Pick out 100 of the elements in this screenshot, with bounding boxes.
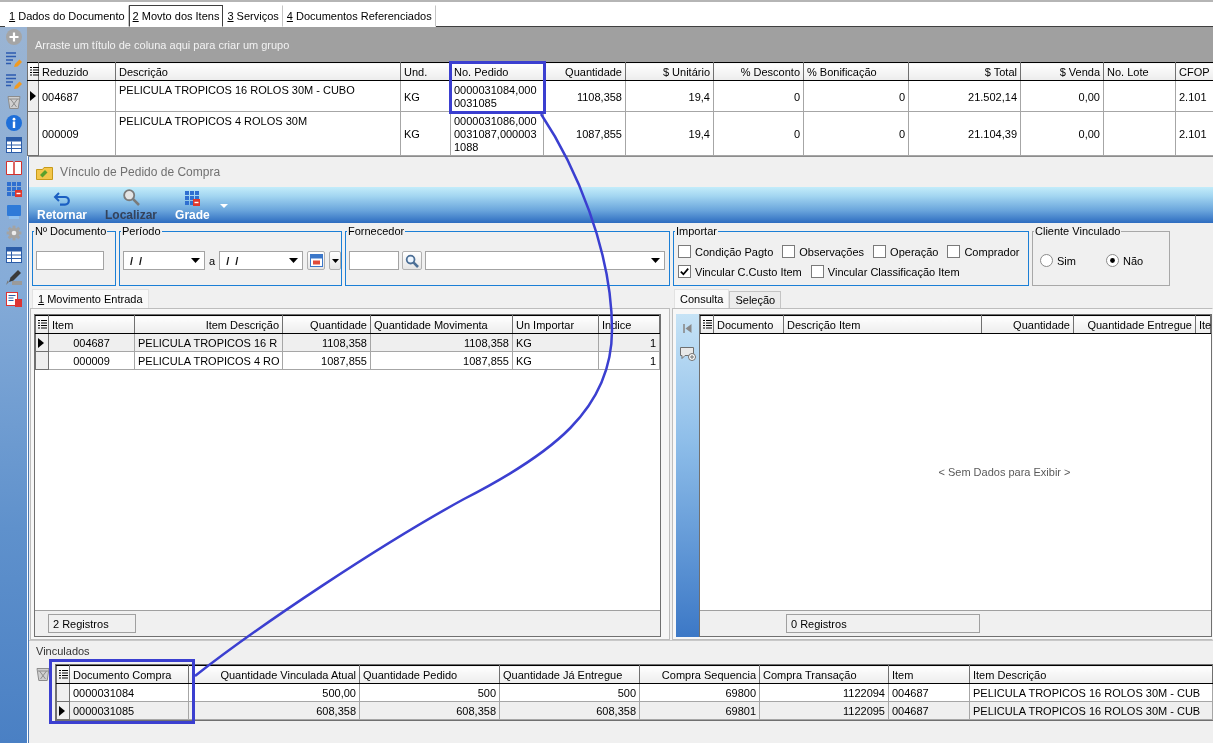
column-header[interactable]: Quantidade [282,315,371,334]
document-tab[interactable]: 4 Documentos Referenciados [282,5,436,27]
column-header[interactable]: Compra Sequencia [639,665,760,684]
table-cell: 0 [713,111,804,156]
column-header[interactable]: Quantidade Pedido [359,665,500,684]
table-cell: 0 [713,80,804,112]
edit-list-icon[interactable] [5,51,22,67]
column-header[interactable]: Und. [400,62,451,81]
date-field[interactable]: / / [219,251,304,270]
info-icon[interactable] [5,115,22,131]
panel-tab[interactable]: Consulta [674,289,730,308]
text-field[interactable] [36,251,104,270]
column-header[interactable]: CFOP [1175,62,1213,81]
row-indicator[interactable] [27,80,39,112]
column-header[interactable]: Quantidade [981,315,1074,334]
table-cell: PELICULA TROPICOS 4 ROLOS 30M [115,111,401,156]
checkbox-label[interactable]: Vincular C.Custo Item [695,265,802,278]
column-header[interactable]: Reduzido [38,62,116,81]
column-header[interactable]: % Desconto [713,62,804,81]
column-header[interactable]: Un Importar [512,315,599,334]
search-icon [405,253,419,268]
text-field[interactable] [349,251,399,270]
table-icon[interactable] [5,137,22,153]
checkbox[interactable] [782,245,796,258]
checkbox-label[interactable]: Observações [799,245,865,258]
checkbox-label[interactable]: Condição Pagto [695,245,774,258]
table-cell: 2.101 [1175,111,1213,156]
column-header[interactable]: Documento Compra [69,665,189,684]
column-header[interactable]: Item Descrição [134,315,283,334]
radio-button[interactable] [1040,254,1053,267]
report-icon[interactable] [5,291,22,307]
column-header[interactable]: Quantidade Movimenta [370,315,513,334]
table-icon[interactable] [5,247,22,263]
column-header[interactable]: No. Lote [1103,62,1176,81]
caret-icon [651,258,660,263]
folder-icon [36,164,53,180]
group-label: Importar [675,225,718,238]
chat-icon[interactable] [679,347,696,361]
skip-back-icon[interactable] [683,324,692,333]
radio-label[interactable]: Não [1122,254,1144,267]
document-tab[interactable]: 1 Dados do Documento [5,5,129,27]
trash-icon[interactable] [36,667,50,681]
grid-icon[interactable] [5,181,22,197]
checkbox[interactable] [810,265,824,278]
calendar-button[interactable] [307,251,326,270]
list-icon[interactable] [30,66,39,77]
table-cell: 21.502,14 [908,80,1021,112]
combo-field[interactable] [425,251,665,270]
radio-label[interactable]: Sim [1057,254,1076,267]
dropdown-button[interactable] [329,251,342,270]
column-header[interactable]: Documento [713,315,784,334]
checkbox-label[interactable]: Vincular Classificação Item [827,265,960,278]
row-pointer-icon [38,337,44,348]
column-header[interactable]: Descrição Item [783,315,982,334]
add-icon[interactable] [5,29,22,45]
range-separator: a [209,254,216,267]
checkbox[interactable] [947,245,961,258]
column-header[interactable]: Descrição [115,62,401,81]
checkbox[interactable] [678,245,691,258]
column-header[interactable]: Item [48,315,135,334]
list-icon[interactable] [38,319,47,330]
checkbox[interactable] [873,245,887,258]
column-header[interactable]: Item Descrição [969,665,1213,684]
table-cell: 19,4 [625,111,714,156]
column-header[interactable]: Quantidade Entregue [1073,315,1196,334]
record-count: 2 Registros [48,614,136,633]
group-label: Cliente Vinculado [1034,225,1122,238]
radio-button[interactable] [1105,254,1119,267]
window-title: Vínculo de Pedido de Compra [60,165,221,179]
checkbox-label[interactable]: Comprador [964,245,1020,258]
column-header[interactable]: Compra Transação [759,665,889,684]
table-cell: 0 [803,80,909,112]
date-field[interactable]: / / [123,251,205,270]
column-header[interactable]: Quantidade [543,62,626,81]
calendar-icon [309,254,323,267]
document-tab[interactable]: 3 Serviços [223,5,283,27]
pen-icon[interactable] [5,269,22,285]
panel-tab[interactable]: 1 Movimento Entrada [32,289,149,308]
column-header[interactable]: $ Unitário [625,62,714,81]
column-header[interactable]: Quantidade Vinculada Atual [188,665,360,684]
column-header[interactable]: Quantidade Já Entregue [499,665,640,684]
panel-tab[interactable]: Seleção [729,291,782,308]
search-button[interactable] [402,251,422,270]
checkbox-label[interactable]: Operação [890,245,939,258]
document-tab[interactable]: 2 Movto dos Itens [128,5,224,27]
list-icon[interactable] [703,319,712,330]
edit-list-icon[interactable] [5,73,22,89]
caret-icon[interactable] [219,204,228,208]
table-cell: 004687 [38,80,116,112]
group-label: Nº Documento [34,225,108,238]
panel-icon[interactable] [5,203,22,219]
column-header[interactable]: $ Total [908,62,1021,81]
column-header[interactable]: % Bonificação [803,62,909,81]
column-header[interactable]: $ Venda [1020,62,1104,81]
list-icon[interactable] [59,669,68,680]
table-cell: 21.104,39 [908,111,1021,156]
book-icon[interactable] [5,159,22,175]
checkbox[interactable] [678,265,691,278]
group-label: Período [121,225,162,238]
column-header[interactable]: Item [888,665,970,684]
